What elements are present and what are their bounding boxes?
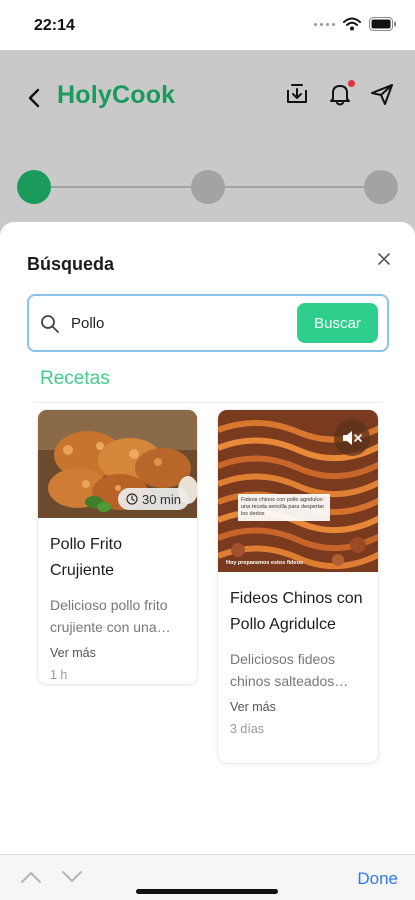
search-icon xyxy=(41,315,59,333)
progress-stepper xyxy=(0,140,415,230)
recipe-card[interactable]: 30 min Pollo Frito Crujiente Delicioso p… xyxy=(37,409,198,685)
recipe-title: Fideos Chinos con Pollo Agridulce xyxy=(230,590,363,633)
notification-dot xyxy=(348,80,355,87)
step-1-active[interactable] xyxy=(17,170,51,204)
mute-button[interactable] xyxy=(334,420,370,456)
done-button[interactable]: Done xyxy=(357,869,398,889)
recipe-description: Delicioso pollo frito crujiente con una… xyxy=(50,597,171,635)
recipe-title: Pollo Frito Crujiente xyxy=(50,536,123,579)
modal-title: Búsqueda xyxy=(27,254,115,274)
back-arrow-icon[interactable] xyxy=(24,86,46,110)
send-icon[interactable] xyxy=(368,80,396,108)
recipe-image: 30 min xyxy=(38,410,197,518)
duration-badge: 30 min xyxy=(117,488,189,510)
status-icons xyxy=(314,17,397,31)
chevron-up-icon[interactable] xyxy=(20,870,42,884)
recipe-description: Deliciosos fideos chinos salteados… xyxy=(230,651,349,689)
section-divider xyxy=(33,402,382,403)
search-button[interactable]: Buscar xyxy=(297,303,378,343)
close-icon[interactable] xyxy=(375,250,393,268)
see-more-link[interactable]: Ver más xyxy=(230,700,366,714)
see-more-link[interactable]: Ver más xyxy=(50,646,185,660)
status-time: 22:14 xyxy=(34,17,75,34)
video-overlay-caption: Hoy preparamos estos fideos xyxy=(226,560,304,566)
recipe-time-ago: 1 h xyxy=(50,668,68,682)
home-indicator xyxy=(136,889,278,894)
battery-icon xyxy=(369,17,396,31)
video-overlay-note: Fideos chinos con pollo agridulce: una r… xyxy=(238,494,330,521)
chevron-down-icon[interactable] xyxy=(61,870,83,884)
clock-icon xyxy=(126,493,138,505)
recipe-video-thumbnail: Fideos chinos con pollo agridulce: una r… xyxy=(218,410,378,572)
recipe-time-ago: 3 días xyxy=(230,722,265,736)
app-header: HolyCook xyxy=(0,50,415,140)
app-logo: HolyCook xyxy=(57,81,176,109)
search-modal: Búsqueda Buscar Recetas xyxy=(0,222,415,854)
status-bar: 22:14 xyxy=(0,0,415,50)
duration-text: 30 min xyxy=(141,491,181,507)
signal-icon xyxy=(314,22,335,26)
recipe-card[interactable]: Fideos chinos con pollo agridulce: una r… xyxy=(217,409,379,764)
search-input[interactable] xyxy=(71,307,251,339)
wifi-icon xyxy=(343,17,361,31)
download-icon[interactable] xyxy=(283,80,311,108)
step-3[interactable] xyxy=(364,170,398,204)
section-title-recipes: Recetas xyxy=(40,368,110,389)
mute-icon xyxy=(343,431,362,445)
search-bar: Buscar xyxy=(27,294,389,352)
keyboard-accessory-bar: Done xyxy=(0,854,415,900)
step-2[interactable] xyxy=(191,170,225,204)
